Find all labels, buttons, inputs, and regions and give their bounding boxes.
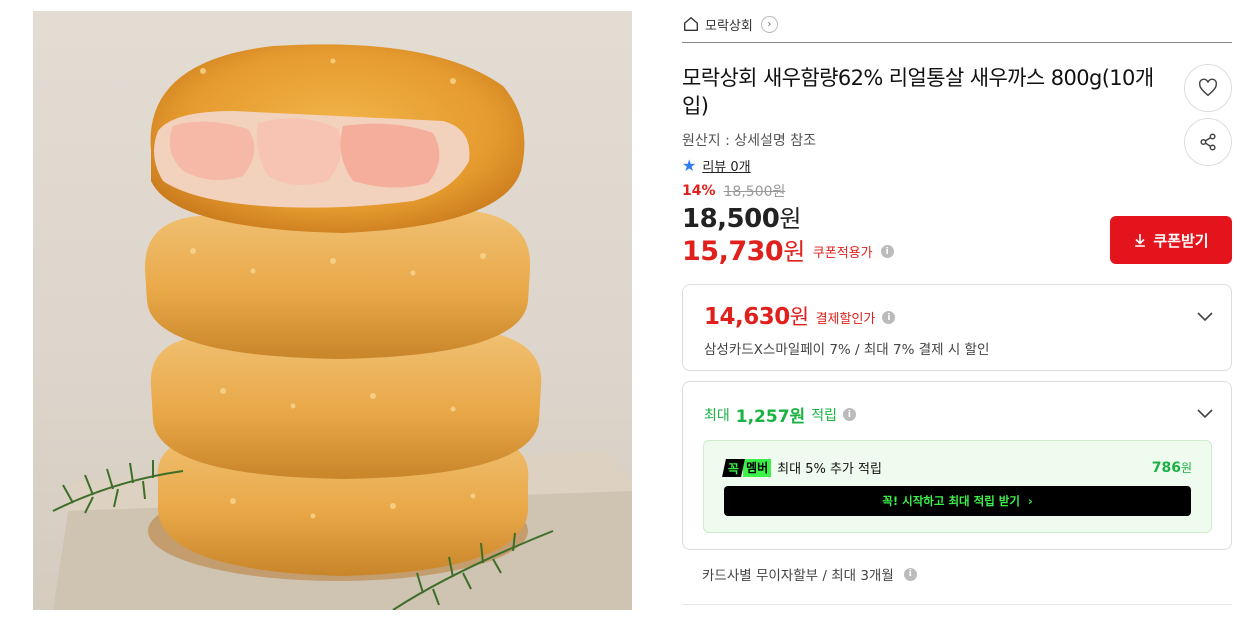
product-title: 모락상회 새우함량62% 리얼통살 새우까스 800g(10개입)	[682, 66, 1154, 118]
heart-icon	[1198, 78, 1218, 97]
points-prefix: 최대	[704, 407, 730, 424]
star-icon: ★	[682, 155, 697, 175]
discount-row: 14% 18,500원	[682, 181, 785, 201]
product-detail-page: 모락상회 › 모락상회 새우함량62% 리얼통살 새우까스 800g(10개입)…	[0, 0, 1245, 622]
download-icon	[1135, 234, 1146, 247]
sale-price-unit: 원	[779, 205, 801, 233]
points-suffix: 적립	[811, 407, 837, 424]
payment-price-value: 14,630	[704, 304, 790, 330]
payment-discount-price: 14,630원 결제할인가 i	[704, 301, 896, 331]
review-summary: ★ 리뷰 0개	[682, 156, 751, 175]
membership-row: 꼭 멤버 최대 5% 추가 적립 786원	[722, 458, 1192, 477]
info-icon[interactable]: i	[882, 311, 896, 324]
share-icon	[1200, 133, 1216, 151]
chevron-right-icon[interactable]: ›	[760, 15, 778, 33]
info-icon[interactable]: i	[842, 408, 856, 421]
membership-points-unit: 원	[1180, 461, 1192, 475]
sale-price: 18,500원	[682, 199, 801, 234]
points-summary: 최대 1,257원 적립 i	[704, 402, 856, 427]
divider	[682, 604, 1232, 605]
breadcrumb-store-name[interactable]: 모락상회	[705, 15, 753, 34]
chevron-right-icon: ›	[1027, 494, 1033, 508]
membership-badge-label: 멤버	[743, 458, 772, 477]
payment-discount-card[interactable]: 14,630원 결제할인가 i 삼성카드X스마일페이 7% / 최대 7% 결제…	[682, 284, 1232, 371]
installment-info: 카드사별 무이자할부 / 최대 3개월 i	[702, 564, 917, 584]
coupon-download-label: 쿠폰받기	[1153, 231, 1209, 250]
sale-price-value: 18,500	[682, 204, 780, 234]
origin-text: 원산지 : 상세설명 참조	[682, 133, 816, 149]
payment-discount-description: 삼성카드X스마일페이 7% / 최대 7% 결제 시 할인	[704, 342, 990, 358]
coupon-price-amount: 15,730원	[682, 232, 805, 267]
coupon-price: 15,730원 쿠폰적용가 i	[682, 232, 894, 267]
membership-points: 786원	[1152, 459, 1192, 476]
original-price: 18,500원	[723, 184, 786, 200]
payment-price-label: 결제할인가	[815, 312, 876, 327]
points-amount: 1,257원	[735, 407, 806, 427]
membership-badge: 꼭	[722, 458, 745, 477]
review-link[interactable]: 리뷰 0개	[702, 156, 750, 175]
info-icon[interactable]: i	[903, 567, 917, 581]
membership-start-button[interactable]: 꼭! 시작하고 최대 적립 받기 ›	[724, 486, 1191, 516]
coupon-download-button[interactable]: 쿠폰받기	[1110, 216, 1232, 264]
membership-promo: 꼭 멤버 최대 5% 추가 적립 786원 꼭! 시작하고 최대 적립 받기 ›	[703, 440, 1212, 533]
breadcrumb[interactable]: 모락상회 ›	[682, 12, 778, 36]
payment-price: 14,630원	[704, 301, 809, 331]
chevron-down-icon[interactable]	[1195, 403, 1215, 423]
membership-text: 최대 5% 추가 적립	[777, 462, 882, 477]
home-icon	[682, 15, 700, 33]
membership-start-label: 꼭! 시작하고 최대 적립 받기	[882, 494, 1020, 508]
payment-price-unit: 원	[789, 305, 809, 329]
wish-button[interactable]	[1184, 64, 1232, 112]
info-icon[interactable]: i	[880, 245, 894, 258]
discount-rate: 14%	[682, 183, 716, 199]
divider	[682, 42, 1232, 43]
installment-text: 카드사별 무이자할부 / 최대 3개월	[702, 568, 894, 584]
points-card: 최대 1,257원 적립 i 꼭 멤버 최대 5% 추가 적립 786원 꼭! 시…	[682, 381, 1232, 550]
coupon-price-value: 15,730	[682, 236, 784, 267]
chevron-down-icon[interactable]	[1195, 306, 1215, 326]
product-image	[33, 11, 632, 610]
membership-points-value: 786	[1151, 460, 1181, 476]
coupon-price-label: 쿠폰적용가	[812, 246, 873, 261]
share-button[interactable]	[1184, 118, 1232, 166]
coupon-price-unit: 원	[783, 238, 805, 266]
